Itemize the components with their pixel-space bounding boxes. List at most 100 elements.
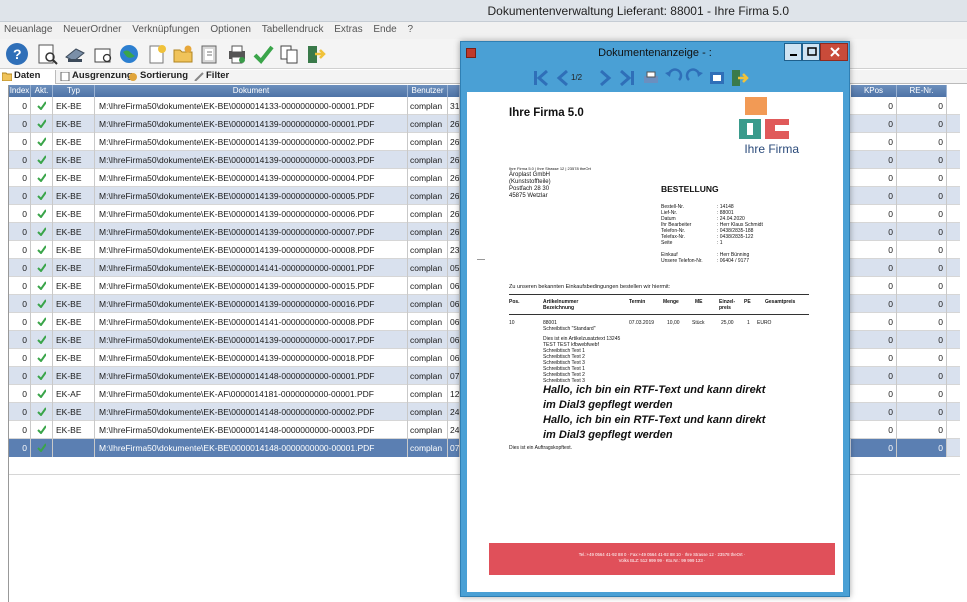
- dokument-cell[interactable]: M:\IhreFirma50\dokumente\EK-BE\000001413…: [95, 295, 408, 313]
- benutzer-cell[interactable]: complan: [408, 241, 448, 259]
- re-nr-cell[interactable]: 0: [897, 241, 947, 259]
- typ-cell[interactable]: EK-BE: [53, 151, 95, 169]
- re-nr-cell[interactable]: 0: [897, 385, 947, 403]
- dokument-cell[interactable]: M:\IhreFirma50\dokumente\EK-BE\000001414…: [95, 367, 408, 385]
- extra-cell[interactable]: 26: [448, 169, 460, 187]
- index-cell[interactable]: 0: [9, 331, 31, 349]
- dokument-cell[interactable]: M:\IhreFirma50\dokumente\EK-BE\000001413…: [95, 97, 408, 115]
- scanner-icon[interactable]: [64, 43, 86, 65]
- dokument-cell[interactable]: M:\IhreFirma50\dokumente\EK-BE\000001414…: [95, 439, 408, 457]
- re-nr-cell[interactable]: 0: [897, 277, 947, 295]
- dokument-cell[interactable]: M:\IhreFirma50\dokumente\EK-BE\000001414…: [95, 259, 408, 277]
- menu-neuanlage[interactable]: Neuanlage: [0, 22, 56, 35]
- typ-cell[interactable]: EK-BE: [53, 223, 95, 241]
- dokument-cell[interactable]: M:\IhreFirma50\dokumente\EK-BE\000001413…: [95, 349, 408, 367]
- dokument-cell[interactable]: M:\IhreFirma50\dokumente\EK-BE\000001414…: [95, 403, 408, 421]
- minimize-button[interactable]: [784, 43, 802, 61]
- benutzer-cell[interactable]: complan: [408, 133, 448, 151]
- re-nr-cell[interactable]: 0: [897, 187, 947, 205]
- previous-page-icon[interactable]: [553, 68, 573, 88]
- kpos-cell[interactable]: 0: [851, 169, 897, 187]
- clipboard-icon[interactable]: [198, 43, 220, 65]
- kpos-cell[interactable]: 0: [851, 115, 897, 133]
- dokument-cell[interactable]: M:\IhreFirma50\dokumente\EK-BE\000001413…: [95, 169, 408, 187]
- dokument-cell[interactable]: M:\IhreFirma50\dokumente\EK-BE\000001413…: [95, 331, 408, 349]
- kpos-cell[interactable]: 0: [851, 133, 897, 151]
- typ-cell[interactable]: EK-BE: [53, 205, 95, 223]
- extra-cell[interactable]: 07: [448, 367, 460, 385]
- column-header-kpos[interactable]: KPos: [851, 85, 897, 97]
- kpos-cell[interactable]: 0: [851, 97, 897, 115]
- akt-cell[interactable]: [31, 169, 53, 187]
- extra-cell[interactable]: 24: [448, 421, 460, 439]
- re-nr-cell[interactable]: 0: [897, 367, 947, 385]
- extra-cell[interactable]: 26: [448, 223, 460, 241]
- extra-cell[interactable]: 06: [448, 331, 460, 349]
- benutzer-cell[interactable]: complan: [408, 385, 448, 403]
- menu-tabellendruck[interactable]: Tabellendruck: [258, 22, 328, 35]
- menu-ende[interactable]: Ende: [369, 22, 400, 35]
- kpos-cell[interactable]: 0: [851, 367, 897, 385]
- kpos-cell[interactable]: 0: [851, 439, 897, 457]
- extra-cell[interactable]: 26: [448, 133, 460, 151]
- extra-cell[interactable]: 26: [448, 151, 460, 169]
- typ-cell[interactable]: EK-BE: [53, 169, 95, 187]
- dokument-cell[interactable]: M:\IhreFirma50\dokumente\EK-BE\000001413…: [95, 205, 408, 223]
- dokument-cell[interactable]: M:\IhreFirma50\dokumente\EK-BE\000001413…: [95, 151, 408, 169]
- kpos-cell[interactable]: 0: [851, 421, 897, 439]
- column-header-index[interactable]: Index: [9, 85, 31, 97]
- akt-cell[interactable]: [31, 295, 53, 313]
- re-nr-cell[interactable]: 0: [897, 439, 947, 457]
- benutzer-cell[interactable]: complan: [408, 349, 448, 367]
- kpos-cell[interactable]: 0: [851, 259, 897, 277]
- extra-cell[interactable]: 26: [448, 115, 460, 133]
- index-cell[interactable]: 0: [9, 169, 31, 187]
- help-icon[interactable]: ?: [6, 43, 28, 65]
- index-cell[interactable]: 0: [9, 421, 31, 439]
- index-cell[interactable]: 0: [9, 187, 31, 205]
- akt-cell[interactable]: [31, 97, 53, 115]
- kpos-cell[interactable]: 0: [851, 331, 897, 349]
- re-nr-cell[interactable]: 0: [897, 205, 947, 223]
- dokument-cell[interactable]: M:\IhreFirma50\dokumente\EK-BE\000001413…: [95, 133, 408, 151]
- index-cell[interactable]: 0: [9, 295, 31, 313]
- akt-cell[interactable]: [31, 241, 53, 259]
- akt-cell[interactable]: [31, 331, 53, 349]
- index-cell[interactable]: 0: [9, 115, 31, 133]
- re-nr-cell[interactable]: 0: [897, 97, 947, 115]
- benutzer-cell[interactable]: complan: [408, 367, 448, 385]
- benutzer-cell[interactable]: complan: [408, 97, 448, 115]
- last-page-icon[interactable]: [617, 68, 637, 88]
- maximize-button[interactable]: [802, 43, 820, 61]
- column-header-typ[interactable]: Typ: [53, 85, 95, 97]
- kpos-cell[interactable]: 0: [851, 349, 897, 367]
- column-header-dokument[interactable]: Dokument: [95, 85, 408, 97]
- folder-open-icon[interactable]: [172, 43, 194, 65]
- benutzer-cell[interactable]: complan: [408, 295, 448, 313]
- dokument-cell[interactable]: M:\IhreFirma50\dokumente\EK-AF\000001418…: [95, 385, 408, 403]
- re-nr-cell[interactable]: 0: [897, 421, 947, 439]
- menu-optionen[interactable]: Optionen: [206, 22, 255, 35]
- extra-cell[interactable]: 26: [448, 205, 460, 223]
- extra-cell[interactable]: 12: [448, 385, 460, 403]
- tab-sortierung[interactable]: Sortierung: [126, 70, 190, 84]
- exit-viewer-icon[interactable]: [729, 68, 749, 88]
- benutzer-cell[interactable]: complan: [408, 223, 448, 241]
- benutzer-cell[interactable]: complan: [408, 277, 448, 295]
- kpos-cell[interactable]: 0: [851, 151, 897, 169]
- kpos-cell[interactable]: 0: [851, 205, 897, 223]
- index-cell[interactable]: 0: [9, 97, 31, 115]
- typ-cell[interactable]: EK-BE: [53, 367, 95, 385]
- re-nr-cell[interactable]: 0: [897, 169, 947, 187]
- rotate-left-icon[interactable]: [663, 68, 683, 88]
- typ-cell[interactable]: [53, 439, 95, 457]
- akt-cell[interactable]: [31, 367, 53, 385]
- typ-cell[interactable]: EK-BE: [53, 313, 95, 331]
- preview-icon[interactable]: [36, 43, 58, 65]
- print-preview-icon[interactable]: [92, 43, 114, 65]
- dokument-cell[interactable]: M:\IhreFirma50\dokumente\EK-BE\000001414…: [95, 313, 408, 331]
- benutzer-cell[interactable]: complan: [408, 439, 448, 457]
- typ-cell[interactable]: EK-BE: [53, 295, 95, 313]
- re-nr-cell[interactable]: 0: [897, 151, 947, 169]
- dokument-cell[interactable]: M:\IhreFirma50\dokumente\EK-BE\000001413…: [95, 223, 408, 241]
